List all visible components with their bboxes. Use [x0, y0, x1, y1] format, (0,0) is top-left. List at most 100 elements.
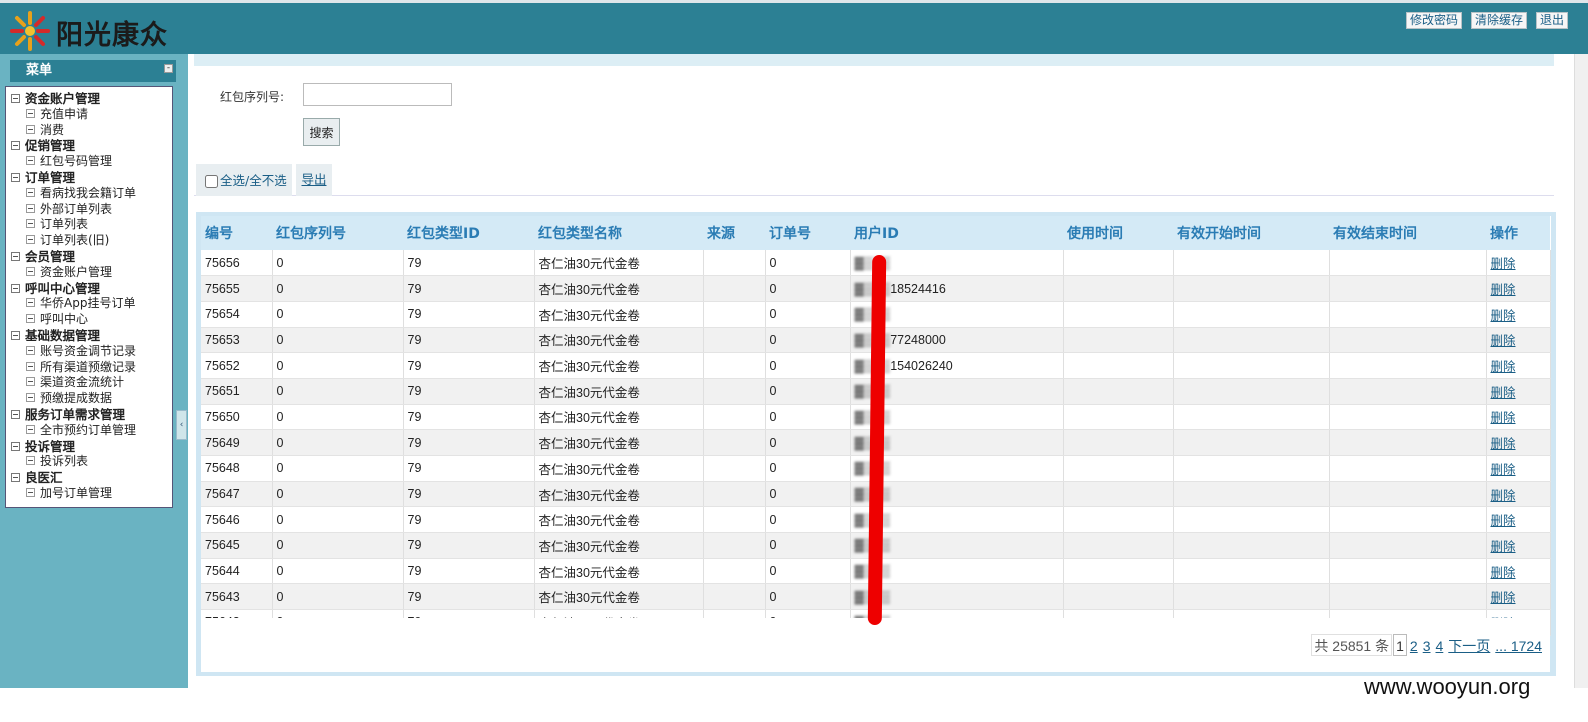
tree-toggle-icon[interactable] [26, 266, 35, 276]
menu-item-label[interactable]: 投诉列表 [40, 454, 88, 468]
menu-item-label[interactable]: 所有渠道预缴记录 [40, 360, 136, 374]
menu-group-label[interactable]: 服务订单需求管理 [25, 407, 125, 422]
menu-group[interactable]: 促销管理 [11, 138, 172, 154]
clear-cache-button[interactable]: 清除缓存 [1471, 12, 1528, 29]
menu-item-label[interactable]: 订单列表 [40, 217, 88, 231]
delete-link[interactable]: 删除 [1486, 558, 1551, 585]
menu-group-label[interactable]: 基础数据管理 [25, 328, 100, 343]
logout-button[interactable]: 退出 [1536, 12, 1569, 29]
delete-link[interactable]: 删除 [1486, 352, 1551, 379]
tree-toggle-icon[interactable] [26, 456, 35, 466]
menu-item[interactable]: 加号订单管理 [11, 486, 172, 502]
menu-tab[interactable]: 菜单 [10, 60, 68, 82]
page-link[interactable]: 3 [1421, 635, 1433, 657]
tree-toggle-icon[interactable] [26, 298, 35, 308]
tree-toggle-icon[interactable] [26, 424, 35, 434]
menu-item[interactable]: 预缴提成数据 [11, 391, 172, 407]
delete-link[interactable]: 删除 [1486, 250, 1551, 277]
menu-group-label[interactable]: 良医汇 [25, 470, 63, 485]
delete-link[interactable]: 删除 [1486, 455, 1551, 482]
menu-group[interactable]: 订单管理 [11, 170, 172, 186]
menu-item[interactable]: 渠道资金流统计 [11, 375, 172, 391]
tree-toggle-icon[interactable] [11, 441, 20, 451]
tree-toggle-icon[interactable] [26, 235, 35, 245]
select-all-label[interactable]: 全选/全不选 [220, 173, 287, 188]
tree-toggle-icon[interactable] [11, 283, 20, 293]
menu-item[interactable]: 红包号码管理 [11, 154, 172, 170]
tree-toggle-icon[interactable] [26, 361, 35, 371]
last-page-link[interactable]: ... 1724 [1493, 635, 1544, 657]
menu-group-label[interactable]: 呼叫中心管理 [25, 281, 100, 296]
menu-item-label[interactable]: 加号订单管理 [40, 486, 112, 500]
menu-item-label[interactable]: 充值申请 [40, 107, 88, 121]
menu-group[interactable]: 会员管理 [11, 249, 172, 265]
menu-group-label[interactable]: 会员管理 [25, 249, 75, 264]
tree-toggle-icon[interactable] [26, 124, 35, 134]
menu-group-label[interactable]: 促销管理 [25, 138, 75, 153]
delete-link[interactable]: 删除 [1486, 481, 1551, 508]
menu-item-label[interactable]: 预缴提成数据 [40, 391, 112, 405]
menu-item[interactable]: 订单列表(旧) [11, 233, 172, 249]
menu-group[interactable]: 良医汇 [11, 470, 172, 486]
tree-toggle-icon[interactable] [26, 393, 35, 403]
menu-item[interactable]: 华侨App挂号订单 [11, 296, 172, 312]
tree-toggle-icon[interactable] [11, 473, 20, 483]
tree-toggle-icon[interactable] [11, 94, 20, 103]
menu-group-label[interactable]: 订单管理 [25, 170, 75, 185]
tree-toggle-icon[interactable] [26, 219, 35, 229]
menu-group[interactable]: 资金账户管理 [11, 91, 172, 107]
delete-link[interactable]: 删除 [1486, 404, 1551, 431]
tree-toggle-icon[interactable] [26, 203, 35, 213]
menu-group[interactable]: 投诉管理 [11, 439, 172, 455]
menu-item-label[interactable]: 账号资金调节记录 [40, 344, 136, 358]
menu-item[interactable]: 订单列表 [11, 217, 172, 233]
tree-toggle-icon[interactable] [26, 187, 35, 197]
search-button[interactable]: 搜索 [303, 118, 340, 146]
delete-link[interactable]: 删除 [1486, 327, 1551, 354]
menu-item-label[interactable]: 资金账户管理 [40, 265, 112, 279]
collapse-menu-icon[interactable]: - [164, 64, 173, 73]
tree-toggle-icon[interactable] [26, 156, 35, 166]
serial-search-input[interactable] [303, 83, 452, 106]
menu-item[interactable]: 呼叫中心 [11, 312, 172, 328]
menu-item-label[interactable]: 看病找我会籍订单 [40, 186, 136, 200]
menu-item-label[interactable]: 外部订单列表 [40, 202, 112, 216]
menu-item[interactable]: 看病找我会籍订单 [11, 186, 172, 202]
vertical-scrollbar[interactable] [1574, 54, 1588, 688]
page-link[interactable]: 2 [1408, 635, 1420, 657]
tree-toggle-icon[interactable] [26, 314, 35, 324]
page-link[interactable]: 1 [1393, 634, 1407, 656]
menu-item-label[interactable]: 华侨App挂号订单 [40, 296, 135, 310]
tree-toggle-icon[interactable] [26, 345, 35, 355]
select-all-checkbox[interactable] [205, 175, 218, 188]
menu-item-label[interactable]: 呼叫中心 [40, 312, 88, 326]
tree-toggle-icon[interactable] [26, 108, 35, 118]
delete-link[interactable]: 删除 [1486, 506, 1551, 534]
collapse-sidebar-handle[interactable]: ‹ [176, 410, 187, 440]
next-page-link[interactable]: 下一页 [1446, 635, 1492, 657]
tree-toggle-icon[interactable] [26, 377, 35, 387]
menu-item[interactable]: 全市预约订单管理 [11, 423, 172, 439]
menu-item-label[interactable]: 订单列表(旧) [40, 233, 109, 247]
tree-toggle-icon[interactable] [11, 172, 20, 182]
tree-toggle-icon[interactable] [11, 330, 20, 340]
delete-link[interactable]: 删除 [1486, 301, 1551, 328]
delete-link[interactable]: 删除 [1486, 583, 1551, 611]
tree-toggle-icon[interactable] [26, 487, 35, 497]
page-link[interactable]: 4 [1434, 635, 1446, 657]
menu-item-label[interactable]: 消费 [40, 123, 64, 137]
tree-toggle-icon[interactable] [11, 141, 20, 151]
tree-toggle-icon[interactable] [11, 251, 20, 261]
menu-item-label[interactable]: 全市预约订单管理 [40, 423, 136, 437]
export-link[interactable]: 导出 [296, 164, 332, 196]
delete-link[interactable]: 删除 [1486, 275, 1551, 302]
menu-item-label[interactable]: 渠道资金流统计 [40, 375, 124, 389]
tree-toggle-icon[interactable] [11, 409, 20, 419]
menu-item-label[interactable]: 红包号码管理 [40, 154, 112, 168]
menu-item[interactable]: 消费 [11, 123, 172, 139]
menu-item[interactable]: 外部订单列表 [11, 202, 172, 218]
menu-group[interactable]: 基础数据管理 [11, 328, 172, 344]
delete-link[interactable]: 删除 [1486, 429, 1551, 456]
menu-item[interactable]: 投诉列表 [11, 454, 172, 470]
menu-item[interactable]: 资金账户管理 [11, 265, 172, 281]
